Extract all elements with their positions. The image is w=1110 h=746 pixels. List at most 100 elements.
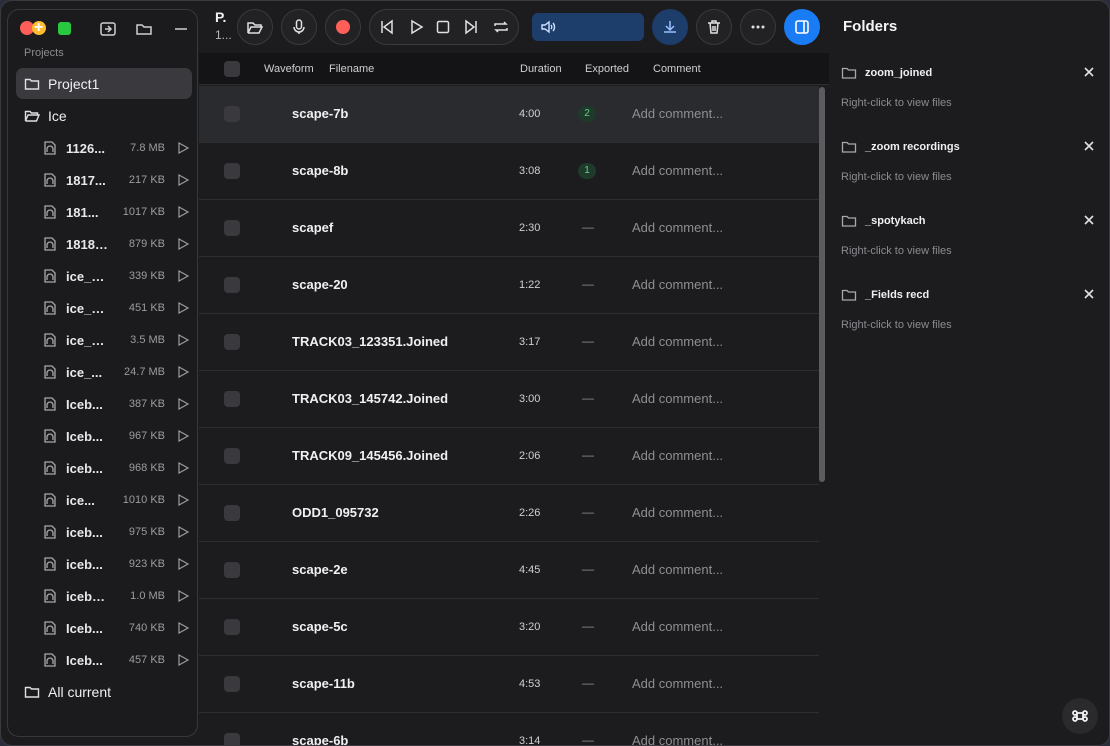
play-icon[interactable] <box>176 141 190 155</box>
play-icon[interactable] <box>176 301 190 315</box>
header-exported[interactable]: Exported <box>585 63 629 75</box>
row-checkbox[interactable] <box>224 733 240 745</box>
open-button[interactable] <box>237 9 273 45</box>
row-comment-input[interactable]: Add comment... <box>632 163 723 178</box>
table-row[interactable]: ODD1_095732 2:26 — Add comment... <box>199 485 819 542</box>
table-row[interactable]: TRACK03_145742.Joined 3:00 — Add comment... <box>199 371 819 428</box>
more-button[interactable] <box>740 9 776 45</box>
file-list-item[interactable]: ice... 1010 KB <box>42 484 192 516</box>
table-row[interactable]: TRACK09_145456.Joined 2:06 — Add comment... <box>199 428 819 485</box>
file-list-item[interactable]: iceb... 975 KB <box>42 516 192 548</box>
row-comment-input[interactable]: Add comment... <box>632 277 723 292</box>
play-icon[interactable] <box>176 653 190 667</box>
play-icon[interactable] <box>176 365 190 379</box>
header-filename[interactable]: Filename <box>329 63 374 75</box>
row-comment-input[interactable]: Add comment... <box>632 448 723 463</box>
table-row[interactable]: scape-5c 3:20 — Add comment... <box>199 599 819 656</box>
play-icon[interactable] <box>176 461 190 475</box>
import-icon[interactable] <box>99 20 117 38</box>
play-icon[interactable] <box>176 525 190 539</box>
row-comment-input[interactable]: Add comment... <box>632 220 723 235</box>
table-row[interactable]: TRACK03_123351.Joined 3:17 — Add comment... <box>199 314 819 371</box>
file-list-item[interactable]: Iceb... 457 KB <box>42 644 192 676</box>
header-duration[interactable]: Duration <box>520 63 562 75</box>
row-checkbox[interactable] <box>224 334 240 350</box>
folder-entry[interactable]: _Fields recd Right-click to view files <box>841 285 1096 345</box>
row-comment-input[interactable]: Add comment... <box>632 733 723 745</box>
row-checkbox[interactable] <box>224 676 240 692</box>
sidebar-item-project1[interactable]: Project1 <box>16 68 192 99</box>
row-checkbox[interactable] <box>224 220 240 236</box>
row-comment-input[interactable]: Add comment... <box>632 391 723 406</box>
row-comment-input[interactable]: Add comment... <box>632 334 723 349</box>
skip-back-icon[interactable] <box>378 18 396 36</box>
row-checkbox[interactable] <box>224 106 240 122</box>
play-icon[interactable] <box>176 205 190 219</box>
file-list-item[interactable]: iceb... 923 KB <box>42 548 192 580</box>
close-icon[interactable] <box>1082 65 1096 79</box>
export-button[interactable] <box>652 9 688 45</box>
play-icon[interactable] <box>176 333 190 347</box>
table-row[interactable]: scape-2e 4:45 — Add comment... <box>199 542 819 599</box>
file-list-item[interactable]: Iceb... 740 KB <box>42 612 192 644</box>
file-list-item[interactable]: 1126... 7.8 MB <box>42 132 192 164</box>
row-checkbox[interactable] <box>224 619 240 635</box>
minus-icon[interactable] <box>172 20 190 38</box>
row-checkbox[interactable] <box>224 391 240 407</box>
select-all-checkbox[interactable] <box>224 61 240 77</box>
play-icon[interactable] <box>176 397 190 411</box>
row-comment-input[interactable]: Add comment... <box>632 619 723 634</box>
table-row[interactable]: scape-7b 4:00 2 Add comment... <box>199 86 819 143</box>
close-icon[interactable] <box>1082 213 1096 227</box>
sidebar-item-ice[interactable]: Ice <box>16 100 192 131</box>
table-row[interactable]: scape-11b 4:53 — Add comment... <box>199 656 819 713</box>
row-comment-input[interactable]: Add comment... <box>632 505 723 520</box>
stop-icon[interactable] <box>434 18 452 36</box>
file-list-item[interactable]: ice_b... 451 KB <box>42 292 192 324</box>
open-folder-icon[interactable] <box>135 20 153 38</box>
play-icon[interactable] <box>176 237 190 251</box>
sidebar-item-all-current[interactable]: All current <box>16 676 192 707</box>
row-checkbox[interactable] <box>224 448 240 464</box>
delete-button[interactable] <box>696 9 732 45</box>
file-list-item[interactable]: Iceb... 967 KB <box>42 420 192 452</box>
repeat-icon[interactable] <box>492 18 510 36</box>
file-list-item[interactable]: ice_b... 3.5 MB <box>42 324 192 356</box>
row-checkbox[interactable] <box>224 163 240 179</box>
row-comment-input[interactable]: Add comment... <box>632 676 723 691</box>
header-comment[interactable]: Comment <box>653 63 701 75</box>
play-icon[interactable] <box>176 173 190 187</box>
microphone-button[interactable] <box>281 9 317 45</box>
row-checkbox[interactable] <box>224 277 240 293</box>
file-list-item[interactable]: ice_... 24.7 MB <box>42 356 192 388</box>
row-checkbox[interactable] <box>224 562 240 578</box>
row-comment-input[interactable]: Add comment... <box>632 562 723 577</box>
row-checkbox[interactable] <box>224 505 240 521</box>
play-icon[interactable] <box>176 589 190 603</box>
apps-button[interactable] <box>1062 698 1098 734</box>
header-waveform[interactable]: Waveform <box>264 63 314 75</box>
record-button[interactable] <box>325 9 361 45</box>
zoom-window-button[interactable] <box>58 21 71 35</box>
file-list-item[interactable]: icebo... 1.0 MB <box>42 580 192 612</box>
file-list-item[interactable]: 181... 1017 KB <box>42 196 192 228</box>
file-list-item[interactable]: ice_b... 339 KB <box>42 260 192 292</box>
toggle-panel-button[interactable] <box>784 9 820 45</box>
play-icon[interactable] <box>176 493 190 507</box>
close-icon[interactable] <box>1082 287 1096 301</box>
file-list-item[interactable]: iceb... 968 KB <box>42 452 192 484</box>
file-list-item[interactable]: 1817... 217 KB <box>42 164 192 196</box>
play-icon[interactable] <box>407 18 425 36</box>
table-row[interactable]: scape-20 1:22 — Add comment... <box>199 257 819 314</box>
folder-entry[interactable]: _zoom recordings Right-click to view file… <box>841 137 1096 197</box>
volume-control[interactable] <box>532 13 644 41</box>
table-row[interactable]: scape-6b 3:14 — Add comment... <box>199 713 819 745</box>
file-list-item[interactable]: 18181... 879 KB <box>42 228 192 260</box>
play-icon[interactable] <box>176 429 190 443</box>
table-scrollbar[interactable] <box>819 87 825 482</box>
file-list-item[interactable]: Iceb... 387 KB <box>42 388 192 420</box>
folder-entry[interactable]: _spotykach Right-click to view files <box>841 211 1096 271</box>
folder-entry[interactable]: zoom_joined Right-click to view files <box>841 63 1096 123</box>
table-row[interactable]: scape-8b 3:08 1 Add comment... <box>199 143 819 200</box>
row-comment-input[interactable]: Add comment... <box>632 106 723 121</box>
